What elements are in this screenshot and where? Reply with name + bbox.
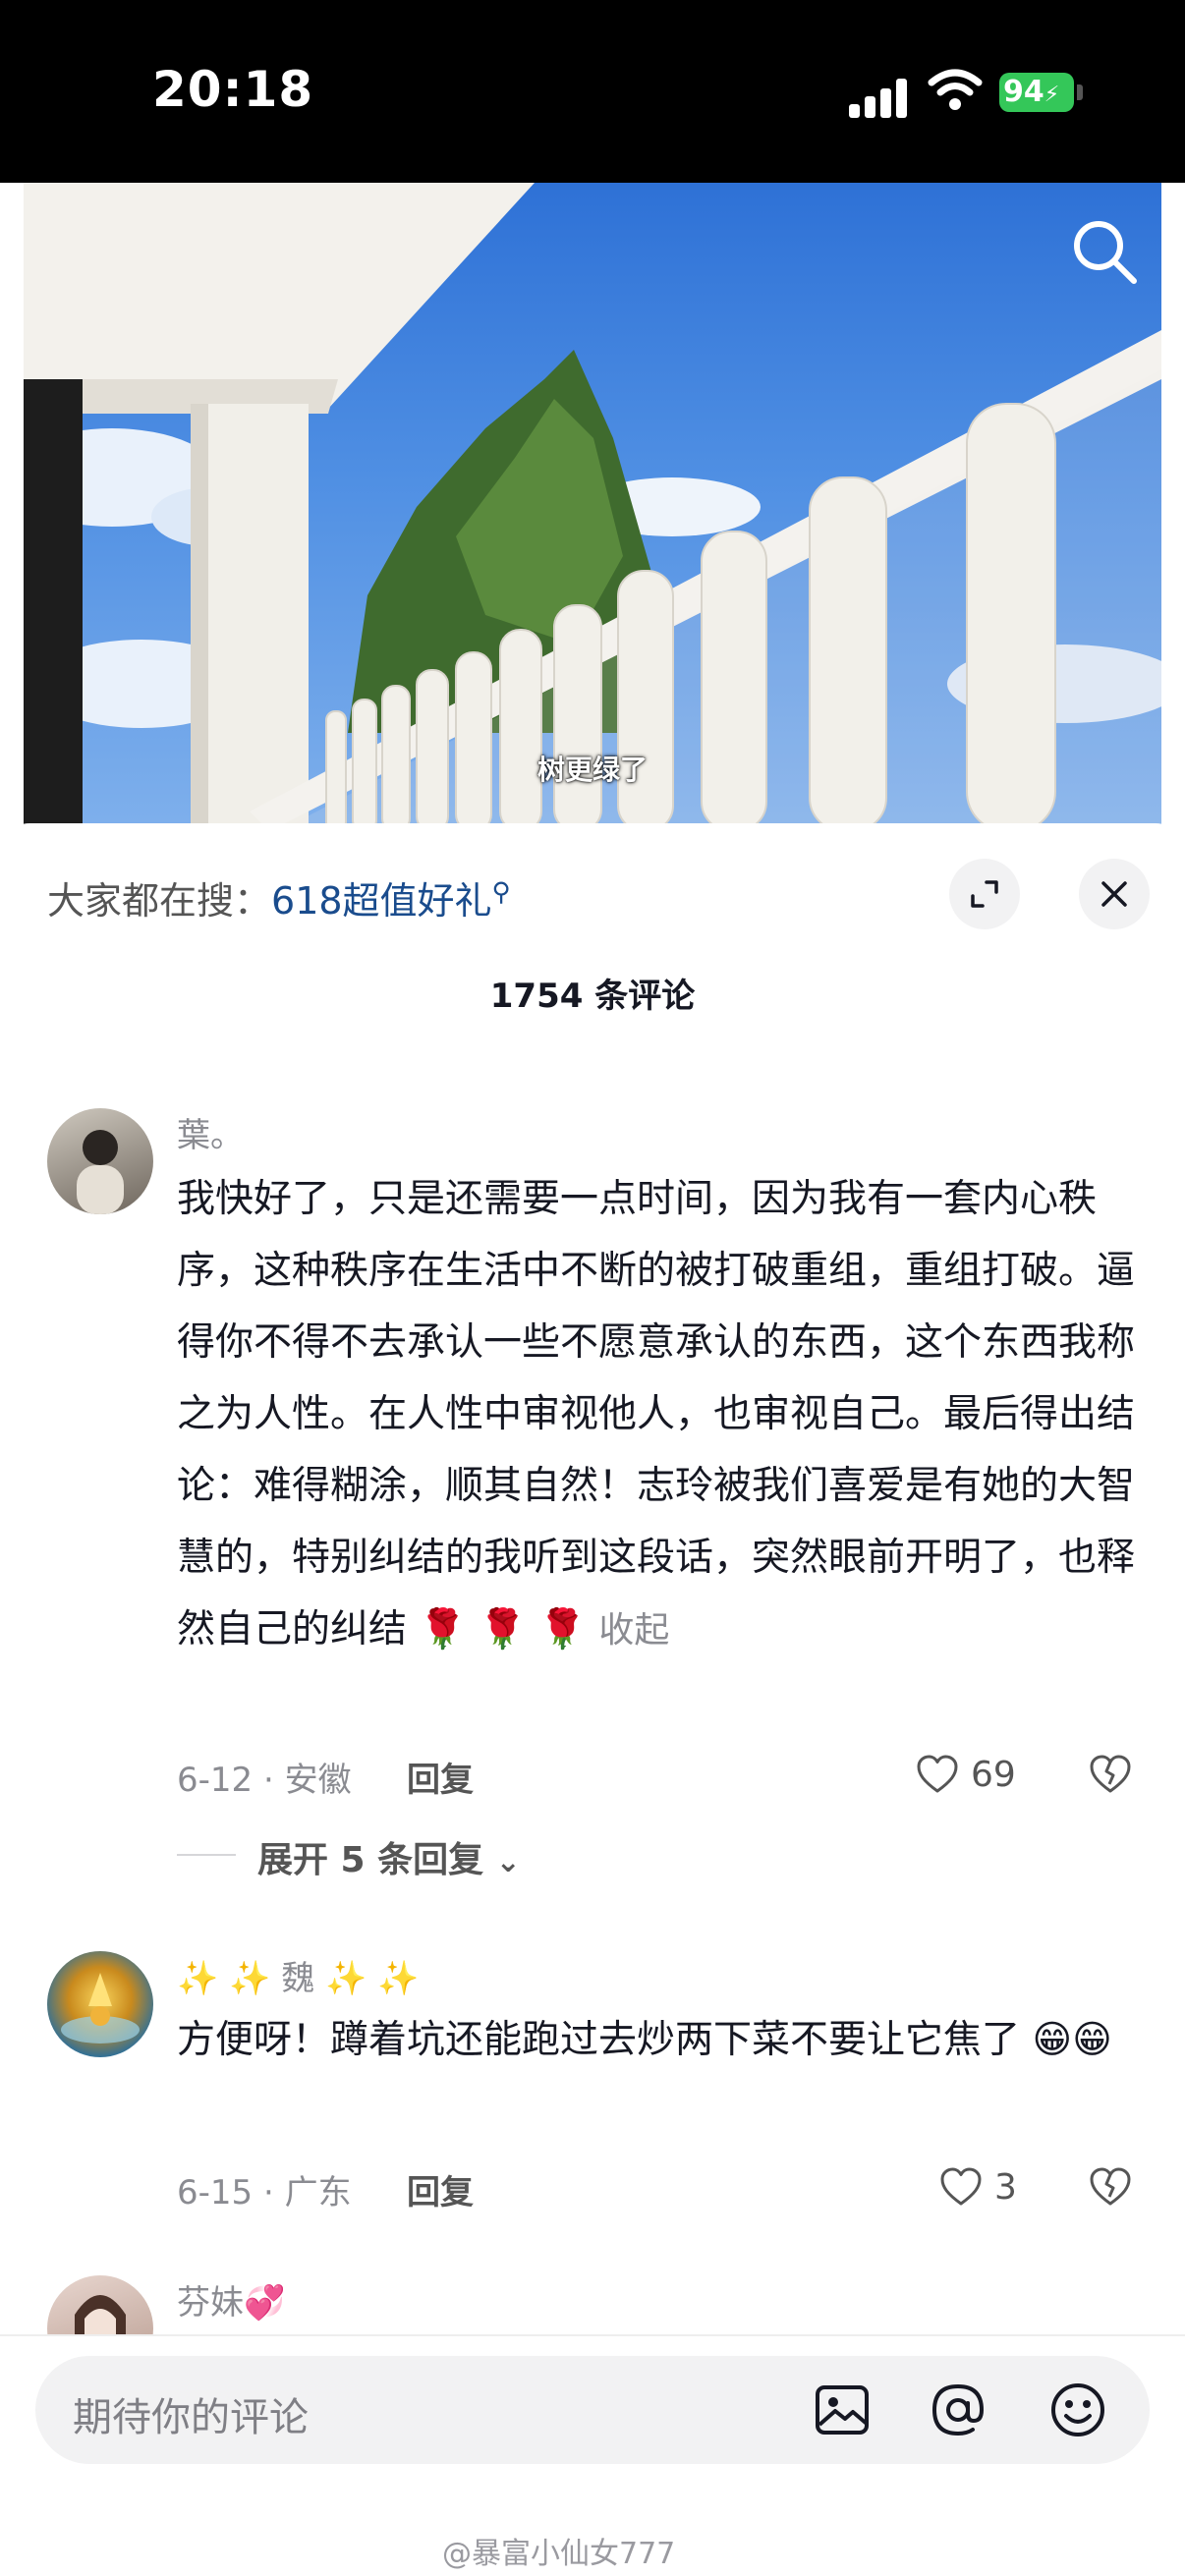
avatar-image xyxy=(77,1130,124,1214)
trending-search[interactable]: 大家都在搜：618超值好礼⚲ xyxy=(47,870,511,924)
comment-body: 我快好了，只是还需要一点时间，因为我有一套内心秩序，这种秩序在生活中不断的被打破… xyxy=(177,1177,1136,1652)
watermark: @暴富小仙女777 xyxy=(442,2537,676,2571)
avatar[interactable] xyxy=(47,1951,153,2057)
trending-prefix: 大家都在搜： xyxy=(47,879,272,923)
comment-input-placeholder: 期待你的评论 xyxy=(73,2395,309,2440)
comment-nickname[interactable]: 葉。 xyxy=(177,1108,244,1156)
fullscreen-button[interactable] xyxy=(949,859,1020,929)
rose-emoji: 🌹 🌹 🌹 xyxy=(419,1607,587,1652)
comment-text: 方便呀！蹲着坑还能跑过去炒两下菜不要让它焦了 😁😁 xyxy=(177,2004,1136,2076)
divider xyxy=(177,1854,236,1856)
emoji-icon[interactable] xyxy=(1047,2380,1108,2440)
dislike-icon[interactable] xyxy=(1087,1751,1134,1798)
search-icon[interactable] xyxy=(1065,212,1144,291)
heart-icon[interactable] xyxy=(937,2163,985,2211)
avatar-image xyxy=(61,1973,140,2044)
comment-nickname[interactable]: 芬妹💞 xyxy=(177,2275,285,2324)
close-button[interactable] xyxy=(1079,859,1150,929)
expand-replies-button[interactable]: 展开 5 条回复 ⌄ xyxy=(257,1831,521,1882)
comment-nickname[interactable]: ✨ ✨ 魏 ✨ ✨ xyxy=(177,1951,420,1999)
video-frame-image xyxy=(24,183,1161,831)
comment-text: 我快好了，只是还需要一点时间，因为我有一套内心秩序，这种秩序在生活中不断的被打破… xyxy=(177,1163,1136,1666)
comments-sheet: 大家都在搜：618超值好礼⚲ 1754 条评论 葉。 我快好了，只是还需要一点时… xyxy=(0,823,1185,2576)
expand-replies-label: 展开 5 条回复 xyxy=(257,1840,484,1880)
comment-date-location: 6-15 · 广东 xyxy=(177,2173,352,2212)
wifi-icon xyxy=(928,69,983,110)
video-player[interactable]: 树更绿了 xyxy=(24,183,1161,831)
reply-button[interactable]: 回复 xyxy=(407,1753,474,1801)
trending-link[interactable]: 618超值好礼 xyxy=(271,879,492,923)
chevron-down-icon: ⌄ xyxy=(495,1845,521,1879)
search-small-icon: ⚲ xyxy=(491,877,511,908)
heart-icon[interactable] xyxy=(914,1751,961,1798)
clock: 20:18 xyxy=(152,61,314,118)
dislike-icon[interactable] xyxy=(1087,2163,1134,2211)
avatar[interactable] xyxy=(47,1108,153,1214)
battery-indicator: 94⚡ xyxy=(999,73,1074,112)
comment-input[interactable]: 期待你的评论 xyxy=(35,2356,1150,2464)
battery-tip xyxy=(1077,84,1083,100)
close-icon xyxy=(1101,881,1127,907)
comment-count: 1754 条评论 xyxy=(489,977,696,1016)
status-bar: 20:18 94⚡ xyxy=(0,0,1185,183)
image-icon[interactable] xyxy=(812,2380,873,2440)
comment-input-bar: 期待你的评论 @暴富小仙女777 xyxy=(0,2334,1185,2576)
expand-icon xyxy=(971,880,998,908)
mention-icon[interactable] xyxy=(928,2380,988,2440)
reply-button[interactable]: 回复 xyxy=(407,2165,474,2213)
collapse-link[interactable]: 收起 xyxy=(598,1610,669,1651)
grin-emoji: 😁😁 xyxy=(1032,2018,1112,2062)
comment-body: 方便呀！蹲着坑还能跑过去炒两下菜不要让它焦了 xyxy=(177,2018,1021,2062)
like-count: 3 xyxy=(994,2167,1017,2208)
comment-date-location: 6-12 · 安徽 xyxy=(177,1761,352,1800)
cellular-signal-icon xyxy=(849,75,908,118)
video-subtitle: 树更绿了 xyxy=(536,754,648,786)
like-count: 69 xyxy=(971,1755,1016,1795)
